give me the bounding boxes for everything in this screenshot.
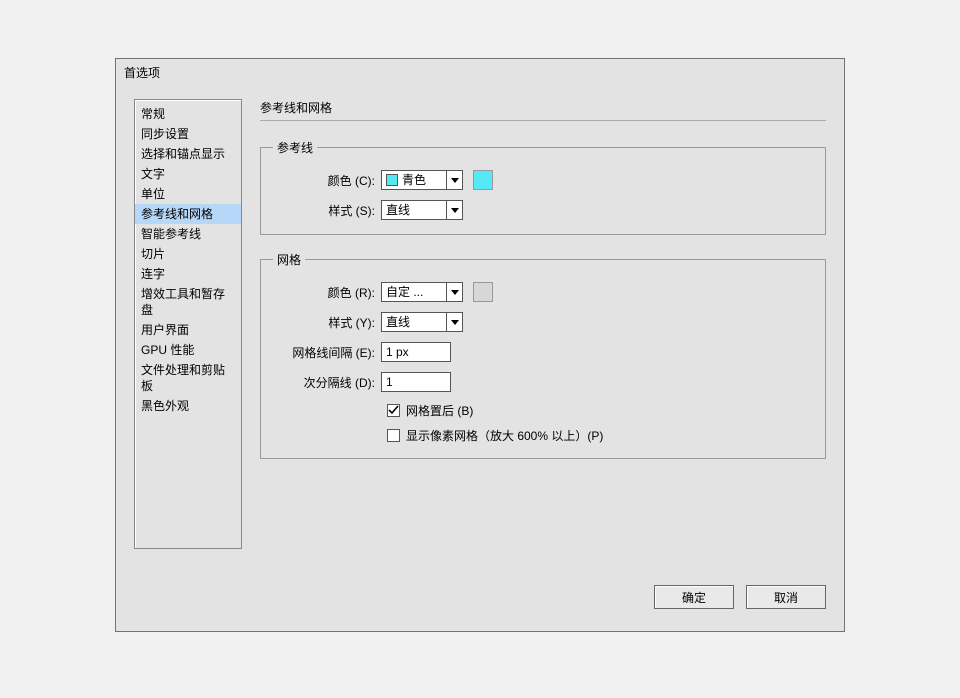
sidebar-item-plugins-scratch[interactable]: 增效工具和暂存盘	[135, 284, 241, 320]
sidebar-item-general[interactable]: 常规	[135, 104, 241, 124]
guides-style-value: 直线	[386, 201, 446, 219]
grid-color-value: 自定 ...	[386, 283, 446, 301]
chevron-down-icon	[446, 201, 462, 219]
ok-button[interactable]: 确定	[654, 585, 734, 609]
grid-style-label: 样式 (Y):	[273, 314, 381, 331]
sidebar-item-ui[interactable]: 用户界面	[135, 320, 241, 340]
grids-in-back-label: 网格置后 (B)	[406, 402, 473, 419]
chevron-down-icon	[446, 171, 462, 189]
guides-color-swatch-icon	[386, 174, 398, 186]
subdivisions-input[interactable]	[381, 372, 451, 392]
guides-legend: 参考线	[273, 139, 317, 156]
dialog-title: 首选项	[116, 59, 844, 85]
panel-title: 参考线和网格	[260, 99, 826, 121]
sidebar-item-units[interactable]: 单位	[135, 184, 241, 204]
guides-color-dropdown[interactable]: 青色	[381, 170, 463, 190]
guides-group: 参考线 颜色 (C): 青色 样式 (S): 直线	[260, 139, 826, 235]
sidebar-item-file-clipboard[interactable]: 文件处理和剪贴板	[135, 360, 241, 396]
preferences-dialog: 首选项 常规 同步设置 选择和锚点显示 文字 单位 参考线和网格 智能参考线 切…	[115, 58, 845, 632]
subdivisions-label: 次分隔线 (D):	[273, 374, 381, 391]
gridline-every-input[interactable]	[381, 342, 451, 362]
sidebar-item-slices[interactable]: 切片	[135, 244, 241, 264]
dialog-buttons: 确定 取消	[654, 585, 826, 609]
grid-color-dropdown[interactable]: 自定 ...	[381, 282, 463, 302]
chevron-down-icon	[446, 283, 462, 301]
grid-legend: 网格	[273, 251, 305, 268]
sidebar-item-selection-anchor[interactable]: 选择和锚点显示	[135, 144, 241, 164]
panel-content: 参考线和网格 参考线 颜色 (C): 青色 样式 (S): 直线	[260, 99, 826, 561]
grids-in-back-checkbox[interactable]	[387, 404, 400, 417]
cancel-button[interactable]: 取消	[746, 585, 826, 609]
sidebar-item-gpu[interactable]: GPU 性能	[135, 340, 241, 360]
grid-color-swatch[interactable]	[473, 282, 493, 302]
sidebar-item-smart-guides[interactable]: 智能参考线	[135, 224, 241, 244]
show-pixel-grid-label: 显示像素网格（放大 600% 以上）(P)	[406, 427, 603, 444]
guides-color-swatch[interactable]	[473, 170, 493, 190]
chevron-down-icon	[446, 313, 462, 331]
sidebar-item-hyphenation[interactable]: 连字	[135, 264, 241, 284]
sidebar-item-black-appearance[interactable]: 黑色外观	[135, 396, 241, 416]
category-sidebar: 常规 同步设置 选择和锚点显示 文字 单位 参考线和网格 智能参考线 切片 连字…	[134, 99, 242, 549]
grid-style-value: 直线	[386, 313, 446, 331]
guides-style-label: 样式 (S):	[273, 202, 381, 219]
guides-style-dropdown[interactable]: 直线	[381, 200, 463, 220]
show-pixel-grid-checkbox[interactable]	[387, 429, 400, 442]
grid-style-dropdown[interactable]: 直线	[381, 312, 463, 332]
gridline-every-label: 网格线间隔 (E):	[273, 344, 381, 361]
guides-color-value: 青色	[402, 171, 446, 189]
grid-group: 网格 颜色 (R): 自定 ... 样式 (Y): 直线	[260, 251, 826, 459]
grid-color-label: 颜色 (R):	[273, 284, 381, 301]
sidebar-item-sync[interactable]: 同步设置	[135, 124, 241, 144]
sidebar-item-guides-grid[interactable]: 参考线和网格	[135, 204, 241, 224]
guides-color-label: 颜色 (C):	[273, 172, 381, 189]
sidebar-item-type[interactable]: 文字	[135, 164, 241, 184]
